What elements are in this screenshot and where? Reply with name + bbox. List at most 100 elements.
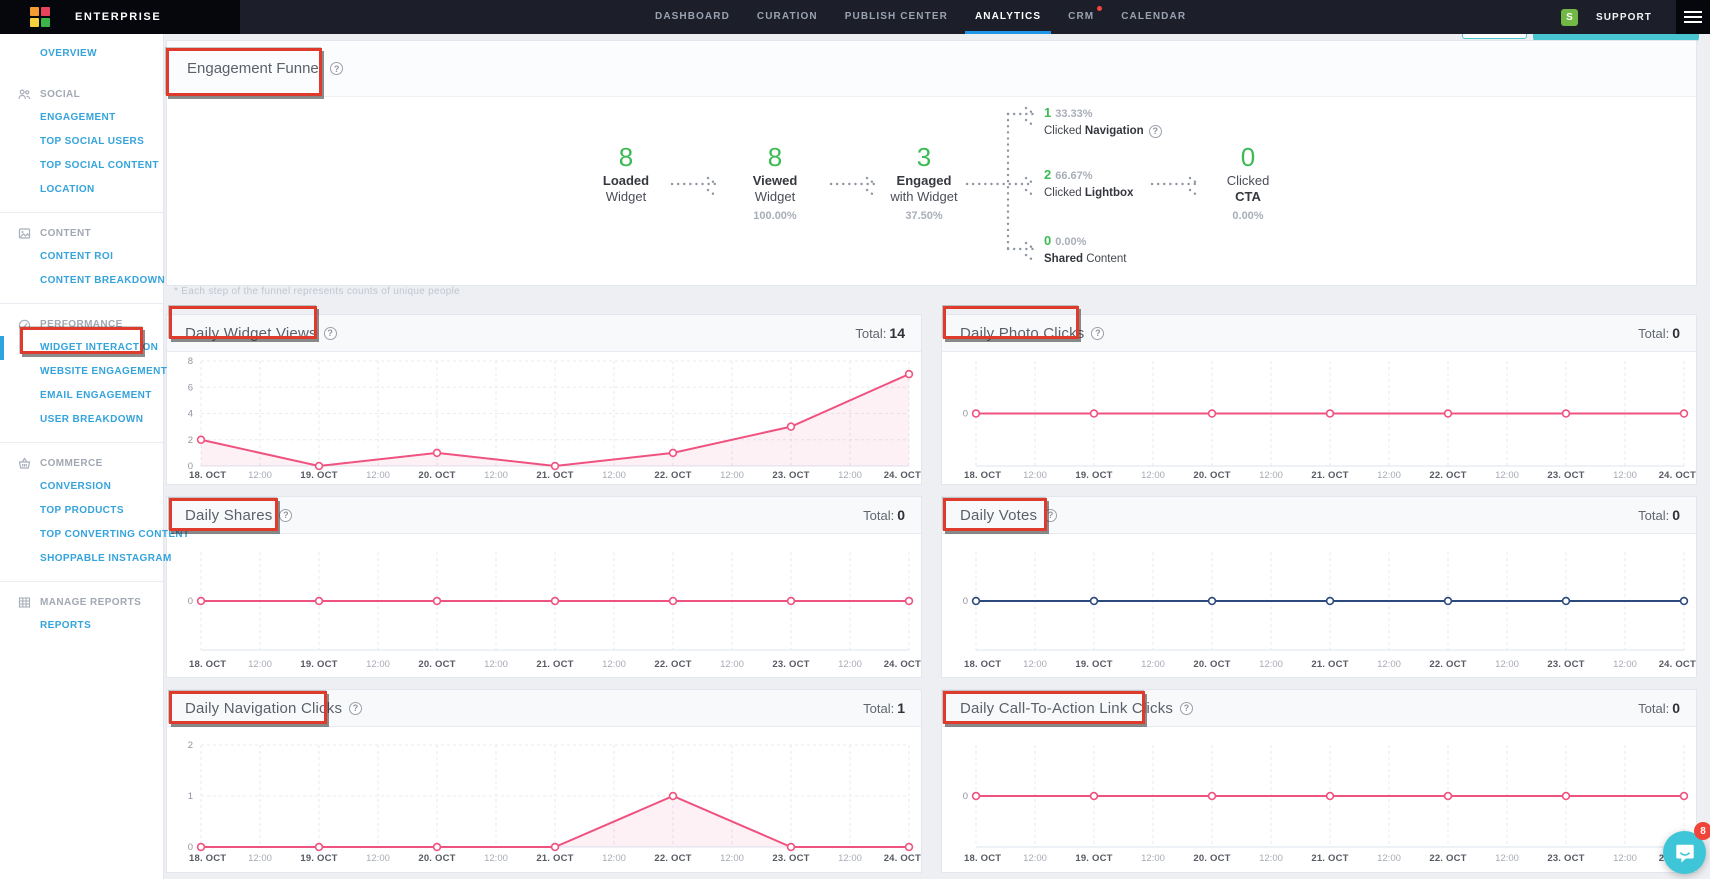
daily-photo-clicks-chart[interactable]: 018. OCT12:0019. OCT12:0020. OCT12:0021.… [942, 352, 1696, 484]
hamburger-menu-icon[interactable] [1676, 0, 1710, 34]
total-badge: Total:1 [863, 700, 905, 716]
daily-widget-views-card: Daily Widget Views? Total:14 0246818. OC… [166, 314, 922, 485]
sidebar-item-email-engagement[interactable]: EMAIL ENGAGEMENT [0, 384, 163, 408]
sidebar-item-shoppable-instagram[interactable]: SHOPPABLE INSTAGRAM [0, 547, 163, 571]
total-badge: Total:0 [1638, 507, 1680, 523]
svg-text:12:00: 12:00 [838, 853, 862, 864]
sidebar-section-performance: PERFORMANCE [0, 312, 163, 336]
primary-nav: DASHBOARD CURATION PUBLISH CENTER ANALYT… [655, 0, 1186, 34]
people-icon [18, 88, 31, 101]
svg-text:0: 0 [188, 596, 193, 607]
svg-text:19. OCT: 19. OCT [1075, 659, 1112, 670]
cut-off-outline-button[interactable] [1462, 34, 1527, 39]
nav-item-curation[interactable]: CURATION [757, 0, 818, 34]
sidebar-item-top-social-users[interactable]: TOP SOCIAL USERS [0, 130, 163, 154]
sidebar-item-location[interactable]: LOCATION [0, 178, 163, 202]
total-badge: Total:0 [1638, 700, 1680, 716]
sidebar-item-user-breakdown[interactable]: USER BREAKDOWN [0, 408, 163, 432]
help-icon[interactable]: ? [1091, 327, 1104, 340]
daily-widget-views-chart[interactable]: 0246818. OCT12:0019. OCT12:0020. OCT12:0… [167, 352, 921, 484]
daily-navigation-clicks-chart[interactable]: 01218. OCT12:0019. OCT12:0020. OCT12:002… [167, 727, 921, 872]
sidebar-item-conversion[interactable]: CONVERSION [0, 475, 163, 499]
funnel-branch-clicked-navigation: 133.33% Clicked Navigation? [1044, 105, 1162, 139]
main-content: Engagement Funnel ? 8 Load [164, 34, 1710, 879]
card-header: Daily Photo Clicks? Total:0 [942, 315, 1696, 352]
daily-votes-title: Daily Votes? [960, 507, 1057, 524]
help-icon[interactable]: ? [1044, 509, 1057, 522]
svg-text:12:00: 12:00 [602, 659, 626, 670]
sidebar-item-top-converting-content[interactable]: TOP CONVERTING CONTENT [0, 523, 163, 547]
daily-navigation-clicks-card: Daily Navigation Clicks? Total:1 01218. … [166, 689, 922, 873]
support-link[interactable]: SUPPORT [1596, 12, 1652, 23]
help-icon[interactable]: ? [1149, 125, 1162, 138]
help-icon[interactable]: ? [279, 509, 292, 522]
basket-icon [18, 457, 31, 470]
daily-navigation-clicks-title: Daily Navigation Clicks? [185, 700, 362, 717]
svg-text:2: 2 [188, 435, 193, 446]
sidebar-item-reports[interactable]: REPORTS [0, 614, 163, 638]
svg-text:20. OCT: 20. OCT [418, 659, 455, 670]
funnel-step-value: 8 [556, 141, 696, 173]
svg-text:23. OCT: 23. OCT [1547, 470, 1584, 481]
total-badge: Total:0 [863, 507, 905, 523]
svg-text:12:00: 12:00 [248, 853, 272, 864]
engagement-funnel-header: Engagement Funnel ? [167, 41, 1696, 97]
sidebar-section-content: CONTENT [0, 221, 163, 245]
daily-cta-link-clicks-chart[interactable]: 018. OCT12:0019. OCT12:0020. OCT12:0021.… [942, 727, 1696, 872]
sidebar-item-top-products[interactable]: TOP PRODUCTS [0, 499, 163, 523]
sidebar-item-engagement[interactable]: ENGAGEMENT [0, 106, 163, 130]
sidebar: OVERVIEW SOCIAL ENGAGEMENT TOP SOCIAL US… [0, 34, 164, 879]
nav-item-analytics[interactable]: ANALYTICS [975, 0, 1041, 34]
help-icon[interactable]: ? [330, 62, 343, 75]
svg-text:24. OCT: 24. OCT [884, 470, 921, 481]
sidebar-item-widget-interaction[interactable]: WIDGET INTERACTION [0, 336, 163, 360]
nav-item-dashboard[interactable]: DASHBOARD [655, 0, 730, 34]
svg-text:12:00: 12:00 [248, 659, 272, 670]
svg-text:12:00: 12:00 [1495, 853, 1519, 864]
brand-logo[interactable]: ENTERPRISE [0, 0, 240, 34]
svg-text:24. OCT: 24. OCT [884, 853, 921, 864]
svg-text:12:00: 12:00 [1141, 470, 1165, 481]
svg-text:12:00: 12:00 [1141, 659, 1165, 670]
sidebar-item-top-social-content[interactable]: TOP SOCIAL CONTENT [0, 154, 163, 178]
funnel-step-loaded-widget: 8 Loaded Widget [556, 141, 696, 205]
svg-text:20. OCT: 20. OCT [418, 470, 455, 481]
svg-text:24. OCT: 24. OCT [884, 659, 921, 670]
svg-text:19. OCT: 19. OCT [300, 659, 337, 670]
svg-text:21. OCT: 21. OCT [536, 470, 573, 481]
svg-text:1: 1 [188, 791, 193, 802]
daily-shares-chart[interactable]: 018. OCT12:0019. OCT12:0020. OCT12:0021.… [167, 534, 921, 677]
avatar[interactable]: S [1561, 9, 1578, 26]
chat-unread-badge[interactable]: 8 [1694, 822, 1710, 840]
nav-item-calendar[interactable]: CALENDAR [1121, 0, 1186, 34]
svg-text:21. OCT: 21. OCT [1311, 853, 1348, 864]
nav-item-crm[interactable]: CRM [1068, 0, 1094, 34]
sidebar-item-website-engagement[interactable]: WEBSITE ENGAGEMENT [0, 360, 163, 384]
funnel-branch-clicked-lightbox: 266.67% Clicked Lightbox [1044, 167, 1133, 201]
sidebar-item-content-roi[interactable]: CONTENT ROI [0, 245, 163, 269]
svg-text:21. OCT: 21. OCT [1311, 470, 1348, 481]
svg-text:0: 0 [963, 409, 968, 420]
daily-cta-link-clicks-card: Daily Call-To-Action Link Clicks? Total:… [941, 689, 1697, 873]
funnel-step-engaged-with-widget: 3 Engaged with Widget 37.50% [854, 141, 994, 224]
svg-text:22. OCT: 22. OCT [1429, 853, 1466, 864]
svg-text:0: 0 [188, 842, 193, 853]
svg-text:12:00: 12:00 [602, 853, 626, 864]
nav-item-publish-center[interactable]: PUBLISH CENTER [845, 0, 948, 34]
help-icon[interactable]: ? [324, 327, 337, 340]
svg-text:18. OCT: 18. OCT [964, 470, 1001, 481]
help-icon[interactable]: ? [349, 702, 362, 715]
svg-text:12:00: 12:00 [838, 470, 862, 481]
svg-text:22. OCT: 22. OCT [1429, 659, 1466, 670]
sidebar-item-content-breakdown[interactable]: CONTENT BREAKDOWN [0, 269, 163, 293]
content-icon [18, 227, 31, 240]
svg-text:12:00: 12:00 [1259, 470, 1283, 481]
gauge-icon [18, 318, 31, 331]
funnel-branch-shared-content: 00.00% Shared Content [1044, 233, 1126, 267]
app-root: ENTERPRISE DASHBOARD CURATION PUBLISH CE… [0, 0, 1710, 879]
help-icon[interactable]: ? [1180, 702, 1193, 715]
sidebar-item-overview[interactable]: OVERVIEW [0, 42, 163, 66]
daily-votes-chart[interactable]: 018. OCT12:0019. OCT12:0020. OCT12:0021.… [942, 534, 1696, 677]
svg-text:22. OCT: 22. OCT [654, 470, 691, 481]
svg-text:6: 6 [188, 382, 193, 393]
